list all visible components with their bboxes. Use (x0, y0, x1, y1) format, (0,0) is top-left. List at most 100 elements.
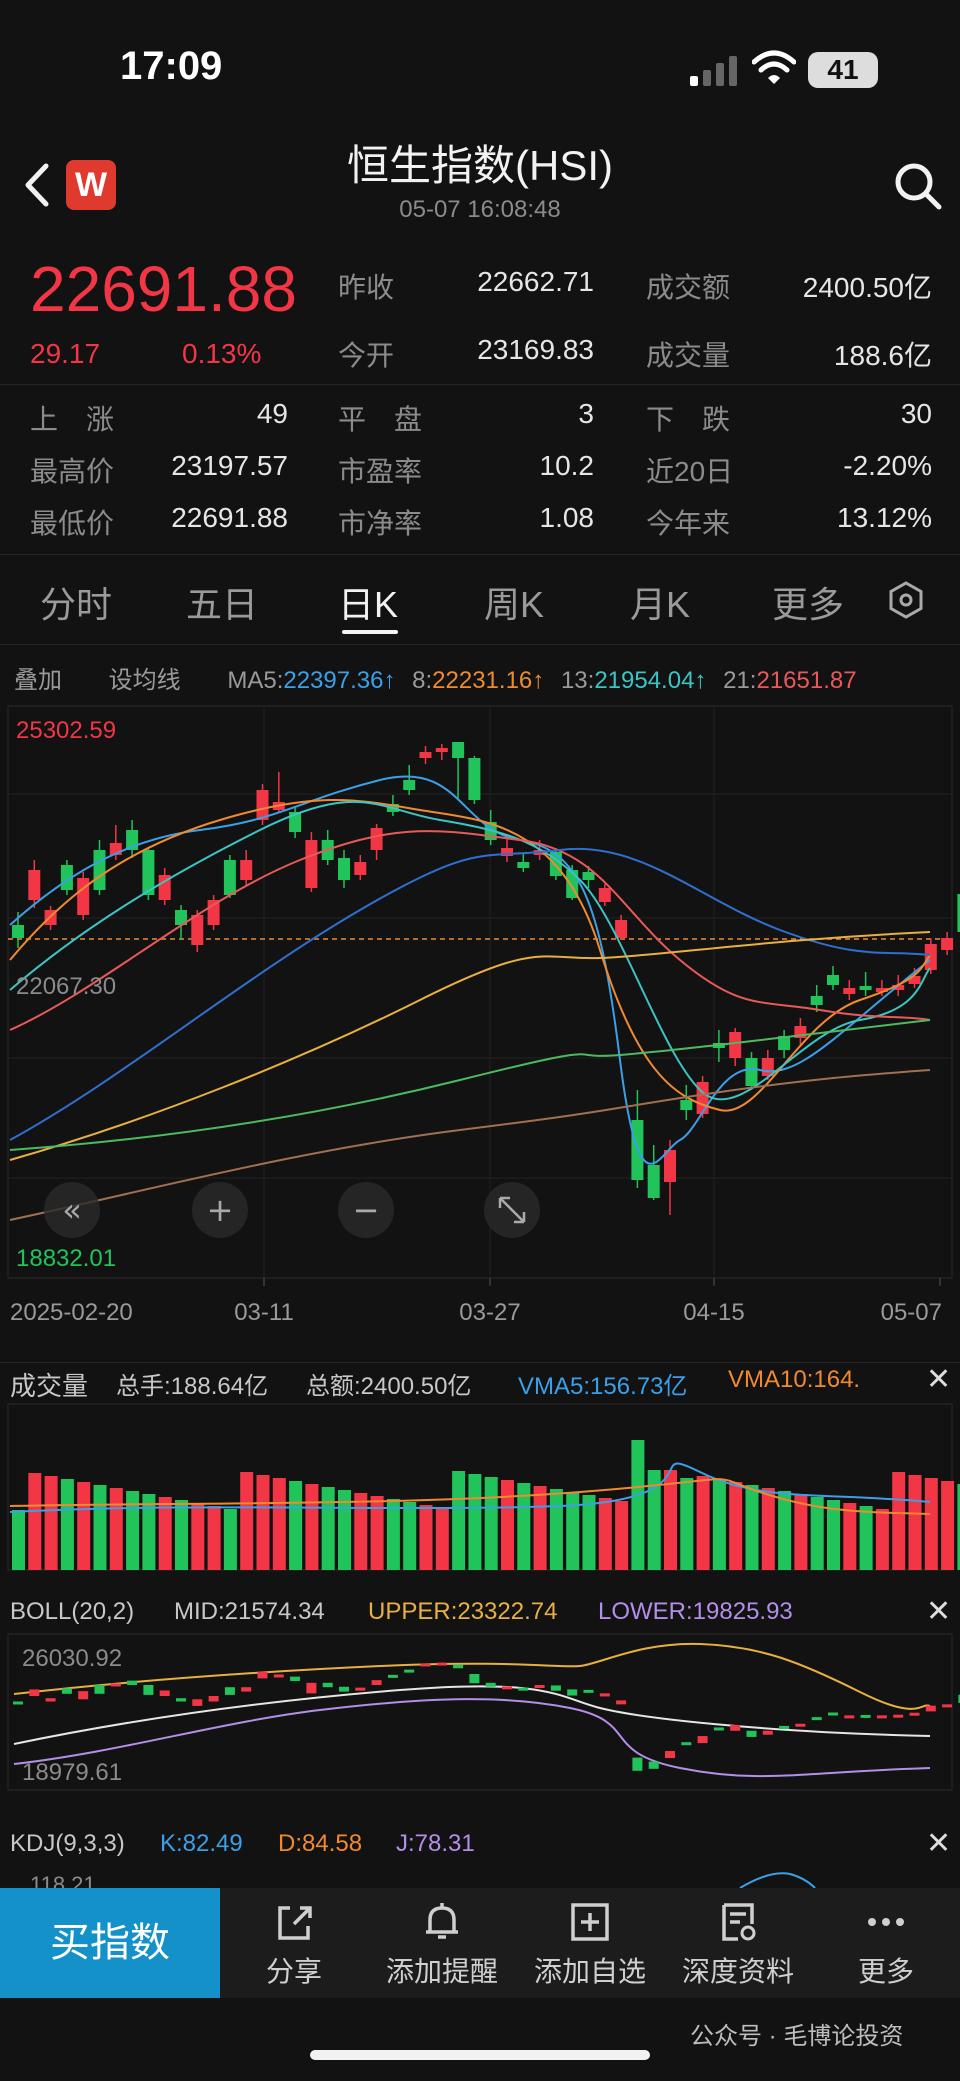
boll-lower-line (13, 1698, 931, 1778)
volume-bar (12, 1510, 25, 1570)
stat-label: 市盈率 (338, 456, 423, 487)
boll-candle (599, 1693, 610, 1697)
volume-bar (386, 1499, 400, 1570)
candle-body (517, 862, 530, 868)
hexagon-settings-icon[interactable] (886, 580, 926, 620)
volume-bar (761, 1488, 775, 1570)
volume-bar (60, 1479, 74, 1570)
volume-bar (93, 1485, 107, 1570)
boll-candle (371, 1680, 382, 1685)
volume-bar (566, 1492, 580, 1570)
moving-average-line (9, 931, 931, 1161)
volume-bar (908, 1475, 922, 1570)
boll-candle (860, 1714, 871, 1718)
tab-month-k[interactable]: 月K (630, 576, 690, 628)
candle (549, 848, 562, 880)
boll-mid-line (13, 1685, 931, 1745)
zoom-out-button[interactable]: − (338, 1182, 394, 1238)
close-kdj-icon[interactable]: ✕ (926, 1826, 951, 1861)
tab-week-k[interactable]: 周K (484, 576, 544, 628)
boll-candle (893, 1714, 904, 1718)
quote-value-turnover: 2400.50亿 (802, 272, 932, 303)
boll-candle (779, 1725, 790, 1729)
volume-bar (28, 1473, 42, 1570)
boll-candle (322, 1682, 333, 1688)
chart-button-glyph: « (62, 1191, 82, 1229)
volume-bar (240, 1472, 254, 1570)
share-button[interactable]: 分享 (224, 1900, 364, 1990)
quote-label-turnover: 成交额 (646, 272, 731, 303)
volume-bar (126, 1491, 140, 1570)
boll-candle (942, 1704, 953, 1708)
boll-candle (632, 1757, 643, 1771)
scroll-left-button[interactable]: « (44, 1182, 100, 1238)
moving-average-line (9, 1019, 931, 1151)
candle (207, 895, 220, 930)
boll-candle (762, 1730, 773, 1735)
close-volume-icon[interactable]: ✕ (926, 1362, 951, 1397)
volume-bar (77, 1482, 91, 1570)
candle (93, 840, 106, 895)
boll-candle (61, 1688, 72, 1694)
quote-timestamp: 05-07 16:08:48 (399, 196, 561, 223)
volume-bar (109, 1488, 123, 1570)
home-indicator[interactable] (310, 2050, 650, 2060)
volume-bar (289, 1481, 303, 1570)
boll-candle (290, 1676, 301, 1682)
candle (729, 1028, 742, 1066)
date-label: 03-11 (234, 1299, 294, 1326)
stat-value: 1.08 (539, 502, 595, 533)
candle (191, 910, 204, 952)
volume-bar (712, 1479, 726, 1570)
date-label: 03-27 (459, 1299, 520, 1326)
boll-candle (241, 1687, 252, 1692)
chart-button-glyph: − (353, 1191, 380, 1229)
ma8-value: 22231.16↑ (432, 667, 545, 694)
stat-value: -2.20% (843, 450, 932, 481)
divider (0, 384, 960, 385)
close-boll-icon[interactable]: ✕ (926, 1594, 951, 1629)
wifi-icon (752, 50, 796, 84)
candle (664, 1140, 676, 1215)
candlestick-chart[interactable]: « + − 25302.59 18832.01 22067.30 2025-02-20 03-… (0, 700, 960, 1340)
add-alert-button[interactable]: 添加提醒 (372, 1900, 512, 1990)
volume-bar (778, 1491, 792, 1570)
moving-average-line (9, 799, 931, 1112)
boll-candle (811, 1717, 822, 1721)
kdj-k: K:82.49 (160, 1830, 243, 1857)
boll-candle (485, 1682, 496, 1687)
volume-bar (843, 1503, 857, 1570)
candle (403, 765, 416, 795)
bell-icon (426, 1903, 458, 1939)
boll-low-label: 18979.61 (22, 1759, 122, 1786)
overlay-button[interactable]: 叠加 (14, 667, 62, 694)
add-watchlist-button[interactable]: 添加自选 (520, 1900, 660, 1990)
tab-more[interactable]: 更多 (772, 576, 844, 628)
stat-label: 最高价 (30, 456, 115, 487)
boll-candle (159, 1690, 170, 1696)
candle (435, 744, 448, 760)
candle (370, 824, 383, 860)
boll-candle (78, 1691, 89, 1700)
boll-title: BOLL(20,2) (10, 1598, 135, 1625)
ma21-value: 21651.87 (756, 667, 857, 694)
buy-index-button[interactable]: 买指数 (0, 1888, 220, 1998)
boll-frame (7, 1633, 953, 1791)
date-label: 05-07 (881, 1299, 942, 1326)
zoom-in-button[interactable]: + (192, 1182, 248, 1238)
search-icon[interactable] (892, 160, 944, 212)
tab-day-k[interactable]: 日K (338, 576, 398, 628)
volume-bar (696, 1476, 710, 1570)
date-label: 2025-02-20 (10, 1299, 133, 1326)
boll-candle (339, 1686, 349, 1692)
set-ma-button[interactable]: 设均线 (109, 667, 181, 694)
volume-bar (191, 1503, 205, 1570)
fullscreen-button[interactable] (484, 1182, 540, 1238)
stat-value: 49 (256, 398, 288, 429)
boll-candle (713, 1727, 724, 1731)
more-button[interactable]: 更多 (816, 1900, 956, 1990)
tab-five-day[interactable]: 五日 (186, 576, 258, 628)
deep-data-button[interactable]: 深度资料 (668, 1900, 808, 1990)
candle (680, 1085, 693, 1120)
tab-intraday[interactable]: 分时 (40, 576, 112, 628)
